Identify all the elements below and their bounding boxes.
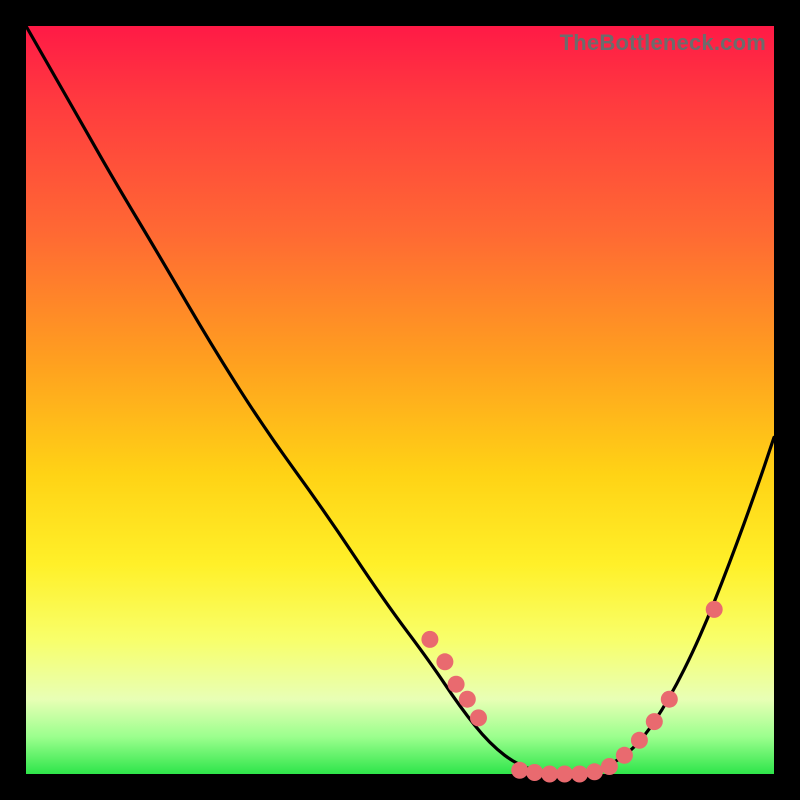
curve-dot bbox=[661, 691, 678, 708]
chart-frame: TheBottleneck.com bbox=[0, 0, 800, 800]
curve-dot bbox=[631, 732, 648, 749]
curve-dot bbox=[616, 747, 633, 764]
curve-dot bbox=[706, 601, 723, 618]
curve-dot bbox=[470, 709, 487, 726]
curve-dot bbox=[586, 763, 603, 780]
curve-dot bbox=[511, 762, 528, 779]
curve-dots-group bbox=[421, 601, 722, 783]
curve-dot bbox=[556, 766, 573, 783]
curve-dot bbox=[421, 631, 438, 648]
curve-dot bbox=[526, 764, 543, 781]
curve-dot bbox=[541, 766, 558, 783]
chart-plot-area: TheBottleneck.com bbox=[26, 26, 774, 774]
curve-dot bbox=[436, 653, 453, 670]
curve-dot bbox=[571, 766, 588, 783]
curve-dot bbox=[601, 758, 618, 775]
curve-dot bbox=[459, 691, 476, 708]
bottleneck-curve bbox=[26, 26, 774, 774]
curve-dot bbox=[448, 676, 465, 693]
chart-svg bbox=[26, 26, 774, 774]
curve-dot bbox=[646, 713, 663, 730]
